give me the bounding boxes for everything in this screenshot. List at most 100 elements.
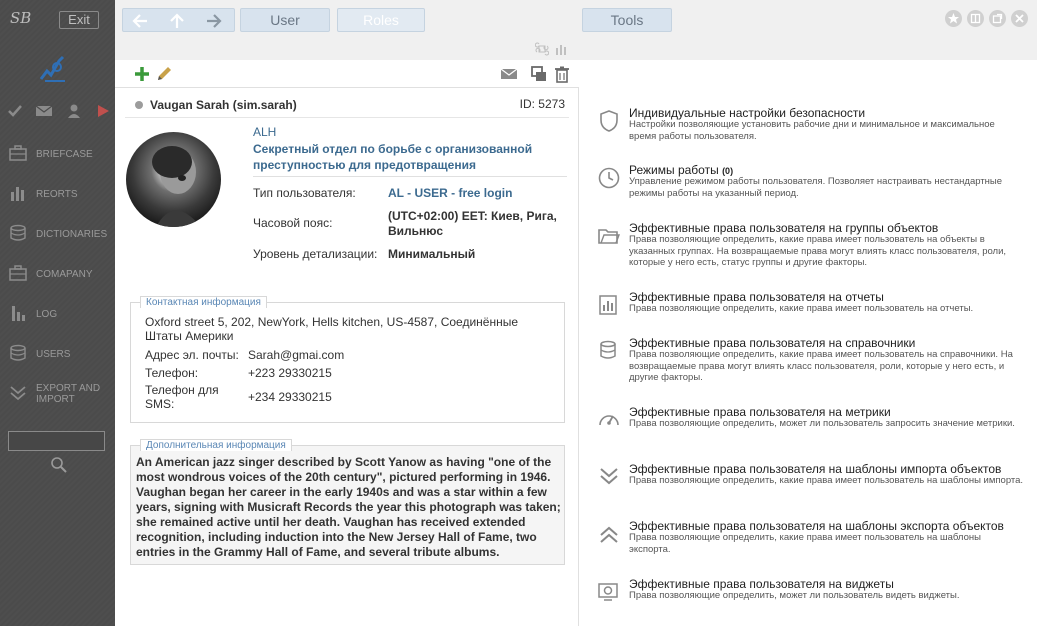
tab-roles[interactable]: Roles [337, 8, 425, 32]
mail-icon[interactable] [35, 103, 53, 121]
tool-desc: Права позволяющие определить, какие прав… [629, 234, 1007, 268]
command-icon[interactable] [534, 42, 550, 56]
tool-item-security[interactable]: Индивидуальные настройки безопасности На… [593, 106, 1023, 146]
play-icon[interactable] [96, 103, 114, 121]
database-icon [597, 339, 621, 363]
tool-item-import-rights[interactable]: Эффективные права пользователя на шаблон… [593, 462, 1023, 502]
tool-badge: (0) [722, 166, 734, 176]
close-icon[interactable] [1011, 10, 1028, 27]
copy-icon[interactable] [530, 65, 548, 83]
check-icon[interactable] [7, 103, 25, 121]
sidebar-item-label: LOG [36, 308, 58, 320]
sidebar-item-briefcase[interactable]: BRIEFCASE [0, 135, 115, 175]
up-arrow-icon[interactable] [168, 12, 188, 30]
search-icon[interactable] [50, 456, 68, 474]
additional-info-legend: Дополнительная информация [140, 439, 292, 451]
tool-title: Эффективные права пользователя на отчеты [629, 290, 884, 304]
briefcase-icon [9, 144, 27, 162]
tool-item-group-rights[interactable]: Эффективные права пользователя на группы… [593, 221, 1023, 271]
email-label: Адрес эл. почты: [145, 348, 239, 362]
user-header: Vaugan Sarah (sim.sarah) ID: 5273 [125, 96, 569, 116]
sidebar-item-label: REORTS [36, 188, 78, 200]
shield-icon [597, 109, 621, 133]
sidebar-item-label: EXPORT AND IMPORT [36, 383, 101, 405]
user-type-label: Тип пользователя: [253, 186, 356, 200]
clock-icon [597, 166, 621, 190]
add-icon[interactable] [133, 65, 151, 83]
email-value: Sarah@gmai.com [248, 348, 345, 362]
split-view-icon[interactable] [967, 10, 984, 27]
bar-chart-icon [9, 184, 27, 202]
department-code: ALH [253, 125, 277, 139]
popout-icon[interactable] [989, 10, 1006, 27]
mail-icon[interactable] [500, 65, 518, 83]
bio-text: An American jazz singer described by Sco… [136, 455, 561, 559]
tab-tools[interactable]: Tools [582, 8, 672, 32]
top-bar: User Roles Tools [115, 0, 1037, 60]
tool-title: Режимы работы (0) [629, 163, 734, 177]
tool-title: Эффективные права пользователя на справо… [629, 336, 916, 350]
sidebar: SB Exit BRIEFCASE REORTS DICTIONARIES CO… [0, 0, 115, 626]
tool-desc: Права позволяющие определить, какие прав… [629, 475, 1024, 486]
forward-arrow-icon[interactable] [205, 12, 225, 30]
widget-icon [597, 580, 621, 604]
tool-desc: Права позволяющие определить, может ли п… [629, 590, 960, 601]
tool-item-widget-rights[interactable]: Эффективные права пользователя на виджет… [593, 577, 1023, 607]
sidebar-item-label: COMAPANY [36, 268, 93, 280]
tool-desc: Права позволяющие определить, может ли п… [629, 418, 1015, 429]
briefcase-icon [9, 264, 27, 282]
department-name: Секретный отдел по борьбе с организованн… [253, 142, 533, 172]
contact-info-section: Контактная информация Oxford street 5, 2… [130, 296, 565, 423]
tool-title: Эффективные права пользователя на виджет… [629, 577, 894, 591]
tool-item-metric-rights[interactable]: Эффективные права пользователя на метрик… [593, 405, 1023, 445]
edit-pencil-icon[interactable] [155, 65, 173, 83]
sms-phone-label: Телефон для SMS: [145, 383, 219, 411]
user-id: ID: 5273 [519, 97, 565, 111]
timezone-value: (UTC+02:00) EET: Киев, Рига, Вильнюс [388, 209, 557, 238]
brand-logo-icon [37, 53, 69, 85]
sidebar-item-company[interactable]: COMAPANY [0, 255, 115, 295]
address: Oxford street 5, 202, NewYork, Hells kit… [145, 315, 519, 343]
app-logo: SB [10, 9, 32, 27]
tool-item-dictionary-rights[interactable]: Эффективные права пользователя на справо… [593, 336, 1023, 386]
tool-item-work-modes[interactable]: Режимы работы (0) Управление режимом раб… [593, 163, 1023, 203]
additional-info-section: Дополнительная информация An American ja… [130, 439, 565, 565]
import-icon [597, 465, 621, 489]
stats-icon[interactable] [555, 42, 569, 56]
log-icon [9, 304, 27, 322]
tab-user[interactable]: User [240, 8, 330, 32]
tool-title: Эффективные права пользователя на шаблон… [629, 462, 1002, 476]
favorite-icon[interactable] [945, 10, 962, 27]
search-input[interactable] [8, 431, 105, 451]
export-icon [597, 522, 621, 546]
detail-level-value: Минимальный [388, 247, 476, 261]
tool-item-report-rights[interactable]: Эффективные права пользователя на отчеты… [593, 290, 1023, 320]
tool-desc: Права позволяющие определить, какие прав… [629, 303, 974, 314]
tool-desc: Управление режимом работы пользователя. … [629, 176, 1003, 199]
sidebar-item-users[interactable]: USERS [0, 335, 115, 375]
sidebar-item-export-import[interactable]: EXPORT AND IMPORT [0, 375, 115, 415]
sidebar-item-reports[interactable]: REORTS [0, 175, 115, 215]
tool-title: Эффективные права пользователя на шаблон… [629, 519, 1004, 533]
status-indicator [135, 101, 143, 109]
tool-desc: Права позволяющие определить, какие прав… [629, 349, 1013, 383]
tool-title: Эффективные права пользователя на метрик… [629, 405, 891, 419]
sidebar-item-log[interactable]: LOG [0, 295, 115, 335]
tool-item-export-rights[interactable]: Эффективные права пользователя на шаблон… [593, 519, 1023, 559]
gauge-icon [597, 408, 621, 432]
toolbar [115, 60, 579, 88]
user-type-link[interactable]: AL - USER - free login [388, 186, 512, 201]
contact-info-legend: Контактная информация [140, 296, 267, 308]
window-controls [945, 10, 1029, 28]
delete-icon[interactable] [553, 65, 571, 83]
sidebar-item-dictionaries[interactable]: DICTIONARIES [0, 215, 115, 255]
phone-value: +223 29330215 [248, 366, 332, 380]
user-name: Vaugan Sarah (sim.sarah) [150, 98, 297, 112]
person-icon[interactable] [66, 103, 84, 121]
sms-phone-value: +234 29330215 [248, 390, 332, 404]
nav-arrows [122, 8, 235, 32]
back-arrow-icon[interactable] [131, 12, 151, 30]
tool-desc: Настройки позволяющие установить рабочие… [629, 119, 995, 142]
exit-button[interactable]: Exit [59, 11, 99, 29]
detail-level-label: Уровень детализации: [253, 247, 378, 261]
